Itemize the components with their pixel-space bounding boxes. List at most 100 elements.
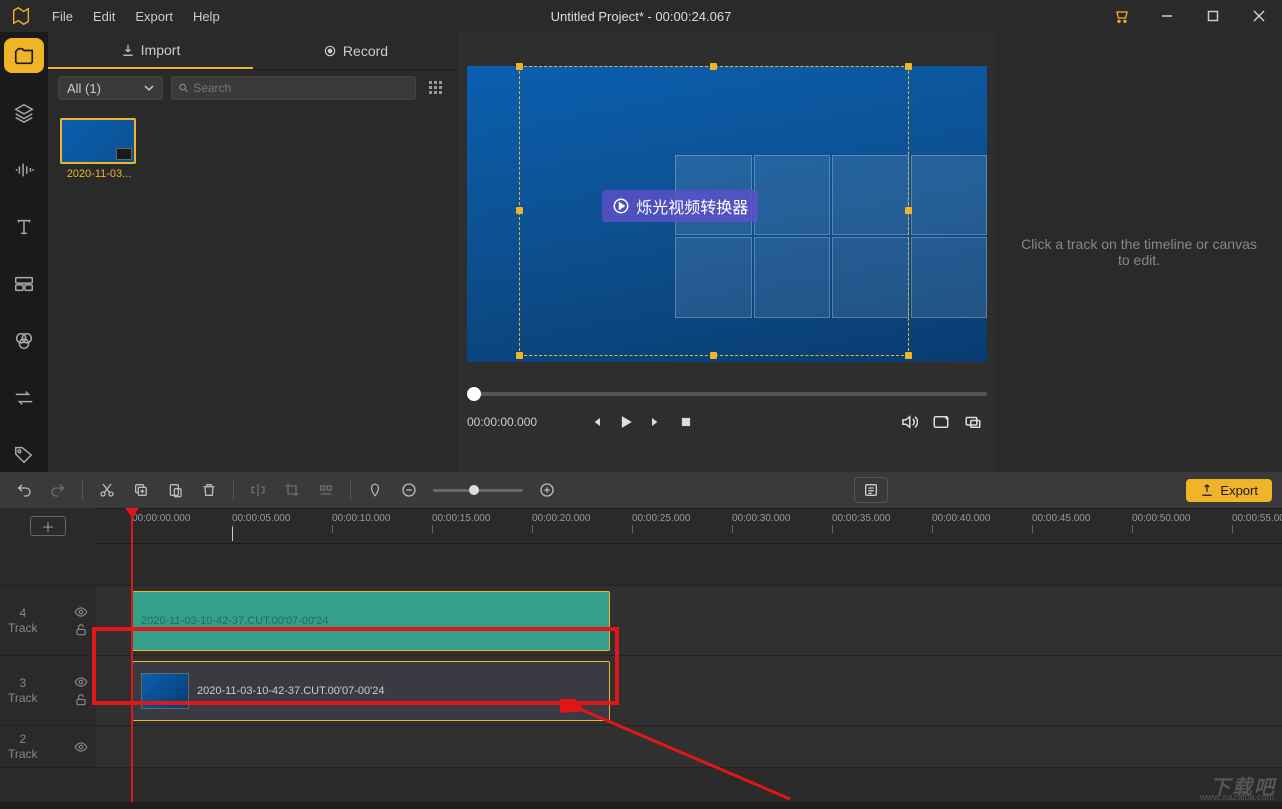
track-number: 4 (19, 606, 26, 620)
play-button[interactable] (612, 408, 640, 436)
redo-button[interactable] (44, 476, 72, 504)
track-label: Track (8, 747, 38, 761)
media-filter-label: All (1) (67, 81, 101, 96)
preview-canvas[interactable]: 烁光视频转换器 (467, 66, 987, 362)
close-button[interactable] (1236, 0, 1282, 32)
split-button[interactable] (244, 476, 272, 504)
paste-button[interactable] (161, 476, 189, 504)
track-row-2: 2Track (0, 726, 1282, 768)
snapshot-icon[interactable] (927, 408, 955, 436)
clip-thumbnail-small (141, 673, 189, 709)
prev-frame-button[interactable] (582, 408, 610, 436)
ruler-tick: 00:00:45.000 (1032, 513, 1090, 524)
timeline-clip-video[interactable]: 2020-11-03-10-42-37.CUT.00'07-00'24 (132, 661, 610, 721)
ruler-tick: 00:00:30.000 (732, 513, 790, 524)
playback-slider[interactable] (467, 392, 987, 396)
import-tab[interactable]: Import (48, 32, 253, 69)
maximize-button[interactable] (1190, 0, 1236, 32)
minimize-button[interactable] (1144, 0, 1190, 32)
copy-button[interactable] (127, 476, 155, 504)
clip-thumbnail (60, 118, 136, 164)
watermark-url: www.xiazaiba.com (1200, 792, 1274, 802)
media-clip[interactable]: 2020-11-03... (60, 118, 138, 180)
time-ruler[interactable]: 00:00:00.000 00:00:05.000 00:00:10.000 0… (96, 508, 1282, 544)
properties-panel: Click a track on the timeline or canvas … (996, 32, 1282, 472)
titlebar: File Edit Export Help Untitled Project* … (0, 0, 1282, 32)
media-library-icon[interactable] (4, 38, 44, 73)
import-icon (121, 43, 135, 57)
eye-icon[interactable] (74, 605, 88, 619)
marker-tool-button[interactable] (312, 476, 340, 504)
menu-edit[interactable]: Edit (83, 0, 125, 32)
fullscreen-icon[interactable] (959, 408, 987, 436)
tags-icon[interactable] (4, 437, 44, 472)
search-field[interactable] (193, 81, 409, 95)
ruler-tick: 00:00:00.000 (132, 513, 190, 524)
window-title: Untitled Project* - 00:00:24.067 (551, 9, 732, 24)
playback-time: 00:00:00.000 (467, 415, 537, 429)
zoom-slider[interactable] (433, 489, 523, 492)
layers-icon[interactable] (4, 95, 44, 130)
zoom-in-button[interactable] (533, 476, 561, 504)
search-icon (178, 82, 189, 94)
timeline-settings-button[interactable] (854, 477, 888, 503)
eye-icon[interactable] (74, 740, 88, 754)
export-button[interactable]: Export (1186, 479, 1272, 502)
ruler-tick: 00:00:20.000 (532, 513, 590, 524)
ruler-tick: 00:00:35.000 (832, 513, 890, 524)
ruler-marker (232, 527, 233, 541)
selection-rect[interactable] (519, 66, 909, 356)
audio-icon[interactable] (4, 152, 44, 187)
timeline-toolbar: Export (0, 472, 1282, 508)
properties-hint: Click a track on the timeline or canvas … (1016, 236, 1262, 268)
timeline: ＋ 00:00:00.000 00:00:05.000 00:00:10.000… (0, 508, 1282, 802)
lock-icon[interactable] (74, 623, 88, 637)
menu-export[interactable]: Export (125, 0, 183, 32)
cut-button[interactable] (93, 476, 121, 504)
ruler-tick: 00:00:25.000 (632, 513, 690, 524)
menu-help[interactable]: Help (183, 0, 230, 32)
effects-icon[interactable] (4, 323, 44, 358)
record-tab[interactable]: Record (253, 32, 458, 69)
text-icon[interactable] (4, 209, 44, 244)
menu-file[interactable]: File (42, 0, 83, 32)
clip-name: 2020-11-03-10-42-37.CUT.00'07-00'24 (141, 615, 328, 627)
side-toolbar (0, 32, 48, 472)
track-row-3: 3Track 2020-11-03-10-42-37.CUT.00'07-00'… (0, 656, 1282, 726)
track-label: Track (8, 621, 38, 635)
media-filter-select[interactable]: All (1) (58, 76, 163, 100)
media-panel: Import Record All (1) 2020-11-03 (48, 32, 458, 472)
transitions-icon[interactable] (4, 380, 44, 415)
undo-button[interactable] (10, 476, 38, 504)
track-row-4: 4Track 2020-11-03-10-42-37.CUT.00'07-00'… (0, 586, 1282, 656)
crop-button[interactable] (278, 476, 306, 504)
zoom-out-button[interactable] (395, 476, 423, 504)
timeline-clip-green[interactable]: 2020-11-03-10-42-37.CUT.00'07-00'24 (132, 591, 610, 651)
track-number: 3 (19, 676, 26, 690)
next-frame-button[interactable] (642, 408, 670, 436)
import-tab-label: Import (141, 42, 181, 58)
record-tab-label: Record (343, 43, 388, 59)
volume-icon[interactable] (895, 408, 923, 436)
lock-icon[interactable] (74, 693, 88, 707)
add-track-button[interactable]: ＋ (0, 508, 96, 544)
export-icon (1200, 483, 1214, 497)
ruler-tick: 00:00:05.000 (232, 513, 290, 524)
ruler-tick: 00:00:15.000 (432, 513, 490, 524)
clip-label: 2020-11-03... (60, 168, 138, 180)
delete-button[interactable] (195, 476, 223, 504)
preview-panel: 烁光视频转换器 00:00:00.000 (458, 32, 996, 472)
ruler-tick: 00:00:50.000 (1132, 513, 1190, 524)
eye-icon[interactable] (74, 675, 88, 689)
export-button-label: Export (1220, 483, 1258, 498)
playhead[interactable] (131, 508, 133, 802)
ruler-tick: 00:00:10.000 (332, 513, 390, 524)
marker-button[interactable] (361, 476, 389, 504)
stop-button[interactable] (672, 408, 700, 436)
search-input[interactable] (171, 76, 416, 100)
track-row-spacer (0, 544, 1282, 586)
templates-icon[interactable] (4, 266, 44, 301)
grid-view-icon[interactable] (424, 76, 448, 100)
track-label: Track (8, 691, 38, 705)
cart-icon[interactable] (1098, 0, 1144, 32)
